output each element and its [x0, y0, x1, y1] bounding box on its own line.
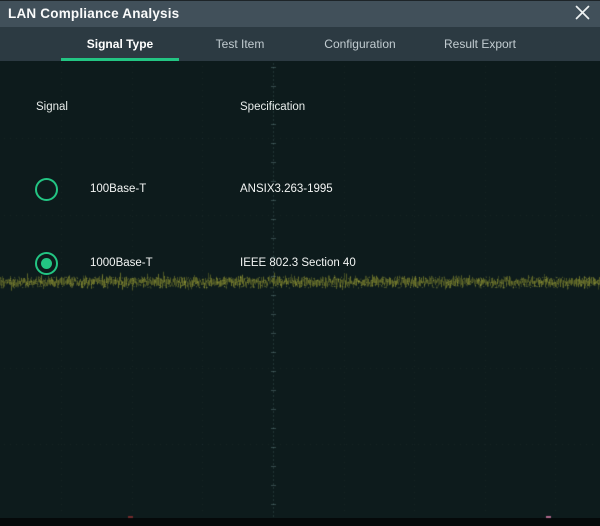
spec-label-100base-t: ANSIX3.263-1995 [240, 183, 333, 195]
tab-signal-type[interactable]: Signal Type [60, 27, 180, 61]
dialog-tabbar: Signal Type Test Item Configuration Resu… [0, 27, 600, 61]
column-header-signal: Signal [36, 101, 68, 113]
dialog-title: LAN Compliance Analysis [8, 1, 179, 27]
signal-label-1000base-t[interactable]: 1000Base-T [90, 257, 153, 269]
signal-label-100base-t[interactable]: 100Base-T [90, 183, 146, 195]
tab-test-item[interactable]: Test Item [180, 27, 300, 61]
tab-result-export[interactable]: Result Export [420, 27, 540, 61]
column-header-specification: Specification [240, 101, 305, 113]
dialog-titlebar: LAN Compliance Analysis [0, 0, 600, 27]
lan-compliance-dialog: LAN Compliance Analysis Signal Type Test… [0, 0, 600, 526]
spec-label-1000base-t: IEEE 802.3 Section 40 [240, 257, 356, 269]
close-icon [574, 4, 591, 26]
close-button[interactable] [568, 3, 596, 26]
radio-100base-t[interactable] [35, 178, 58, 201]
tab-configuration[interactable]: Configuration [300, 27, 420, 61]
radio-1000base-t[interactable] [35, 252, 58, 275]
